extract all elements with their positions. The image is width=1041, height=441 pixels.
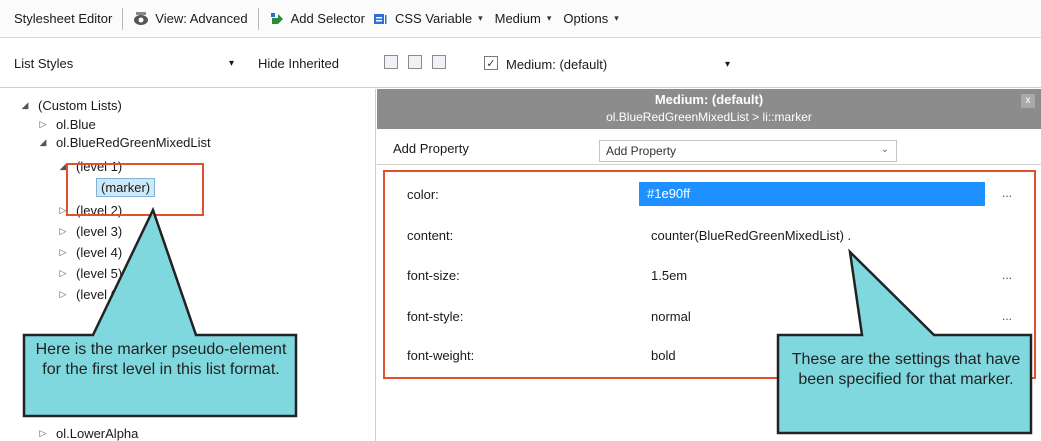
left-callout-text: Here is the marker pseudo-element for th… [35, 341, 287, 378]
left-callout-shape [22, 206, 298, 418]
right-callout-shape [776, 248, 1033, 435]
right-callout-text: These are the settings that have been sp… [791, 351, 1021, 388]
